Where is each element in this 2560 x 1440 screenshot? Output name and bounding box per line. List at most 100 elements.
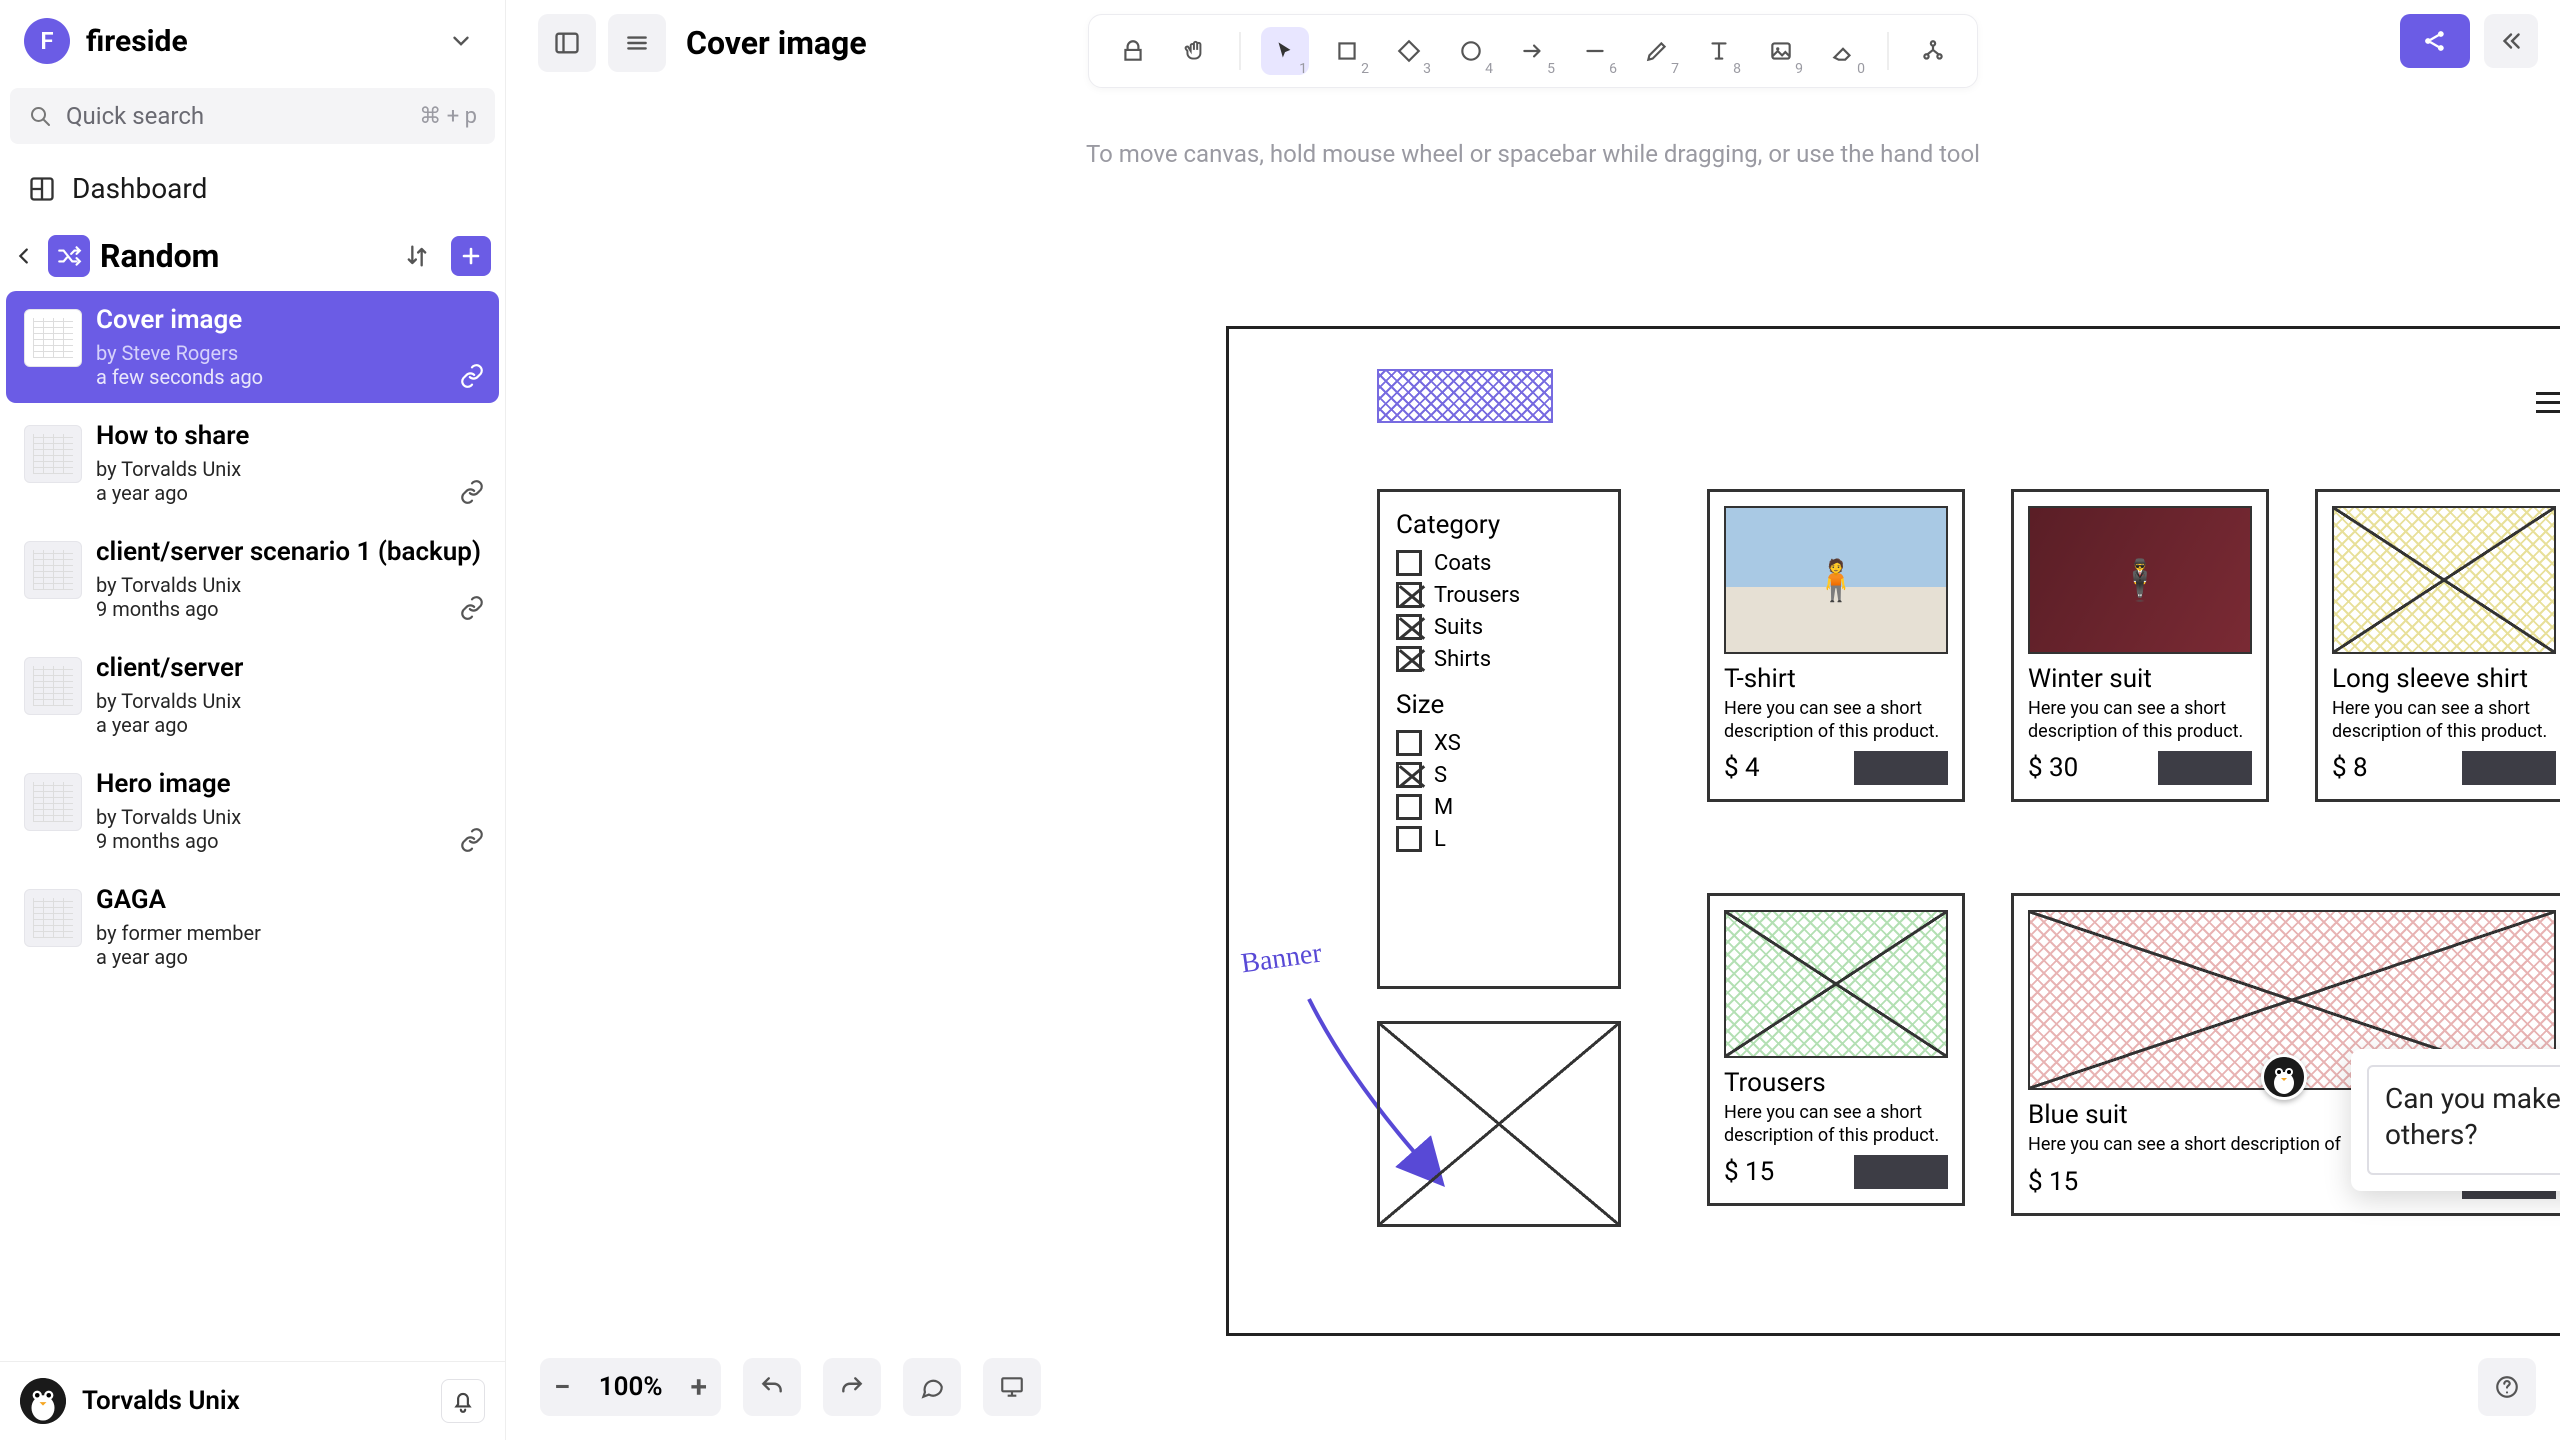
- filter-option[interactable]: Coats: [1396, 550, 1602, 576]
- workspace-name: fireside: [86, 24, 425, 59]
- product-desc: Here you can see a short description of …: [2028, 698, 2252, 743]
- text-icon: [1706, 38, 1732, 64]
- tool-circle[interactable]: 4: [1447, 27, 1495, 75]
- link-icon[interactable]: [459, 363, 485, 389]
- filter-option[interactable]: S: [1396, 762, 1602, 788]
- filter-label: Shirts: [1434, 647, 1491, 672]
- tool-rect[interactable]: 2: [1323, 27, 1371, 75]
- sidebar: F fireside Quick search ⌘ + p Dashboard …: [0, 0, 506, 1440]
- category-header: Category: [1396, 510, 1602, 540]
- buy-button-placeholder[interactable]: [2462, 751, 2556, 785]
- workspace-dropdown[interactable]: [441, 21, 481, 61]
- quick-search[interactable]: Quick search ⌘ + p: [10, 88, 495, 144]
- product-title: Long sleeve shirt: [2332, 664, 2556, 694]
- circle-icon: [1458, 38, 1484, 64]
- filter-label: Trousers: [1434, 583, 1520, 608]
- buy-button-placeholder[interactable]: [1854, 1155, 1948, 1189]
- tool-arrow[interactable]: 5: [1509, 27, 1557, 75]
- collapse-panel-button[interactable]: [2484, 14, 2538, 68]
- tool-eraser[interactable]: 0: [1819, 27, 1867, 75]
- tool-lock[interactable]: [1109, 27, 1157, 75]
- zoom-out-button[interactable]: −: [554, 1370, 571, 1405]
- buy-button-placeholder[interactable]: [2158, 751, 2252, 785]
- checkbox-icon: [1396, 826, 1422, 852]
- banner-placeholder[interactable]: [1377, 1021, 1621, 1227]
- filter-option[interactable]: Suits: [1396, 614, 1602, 640]
- document-item[interactable]: GAGA by former member a year ago: [6, 871, 499, 983]
- menu-element[interactable]: menu: [2536, 385, 2560, 420]
- zoom-value[interactable]: 100%: [599, 1372, 663, 1402]
- filter-option[interactable]: L: [1396, 826, 1602, 852]
- product-desc: Here you can see a short description of …: [1724, 698, 1948, 743]
- dashboard-link[interactable]: Dashboard: [0, 160, 505, 225]
- product-card-tshirt[interactable]: 🧍 T-shirt Here you can see a short descr…: [1707, 489, 1965, 802]
- document-item[interactable]: Hero image by Torvalds Unix 9 months ago: [6, 755, 499, 867]
- filter-option[interactable]: Shirts: [1396, 646, 1602, 672]
- chevrons-left-icon: [2498, 28, 2524, 54]
- banner-annotation[interactable]: Banner: [1239, 938, 1324, 981]
- comment-composer: Can you make it as wide as the others?: [2351, 1049, 2560, 1191]
- hand-icon: [1182, 38, 1208, 64]
- bottom-toolbar: − 100% +: [540, 1358, 1041, 1416]
- doc-title: Hero image: [96, 769, 481, 799]
- logo-placeholder[interactable]: [1377, 369, 1553, 423]
- board-title[interactable]: Cover image: [686, 24, 867, 62]
- checkbox-icon: [1396, 550, 1422, 576]
- product-card-wintersuit[interactable]: 🕴️ Winter suit Here you can see a short …: [2011, 489, 2269, 802]
- sort-button[interactable]: [399, 238, 435, 274]
- chevron-left-icon: [13, 245, 35, 267]
- tool-image[interactable]: 9: [1757, 27, 1805, 75]
- filter-option[interactable]: M: [1396, 794, 1602, 820]
- buy-button-placeholder[interactable]: [1854, 751, 1948, 785]
- canvas[interactable]: menu Category Coats Trousers Suits Shirts S…: [506, 86, 2560, 1440]
- filter-option[interactable]: XS: [1396, 730, 1602, 756]
- tool-line[interactable]: 6: [1571, 27, 1619, 75]
- product-title: Winter suit: [2028, 664, 2252, 694]
- section-back[interactable]: [10, 242, 38, 270]
- wireframe-frame[interactable]: menu Category Coats Trousers Suits Shirts S…: [1226, 326, 2560, 1336]
- section-header: Random: [0, 225, 505, 287]
- zoom-in-button[interactable]: +: [691, 1370, 708, 1405]
- workspace-switcher[interactable]: F fireside: [0, 0, 505, 82]
- checkbox-icon: [1396, 794, 1422, 820]
- tool-hand[interactable]: [1171, 27, 1219, 75]
- undo-button[interactable]: [743, 1358, 801, 1416]
- tool-diamond[interactable]: 3: [1385, 27, 1433, 75]
- document-item[interactable]: client/server by Torvalds Unix a year ag…: [6, 639, 499, 751]
- collaborator-cursor[interactable]: [2261, 1054, 2307, 1100]
- product-image: 🧍: [1724, 506, 1948, 654]
- comment-input[interactable]: Can you make it as wide as the others?: [2367, 1065, 2560, 1175]
- tool-select[interactable]: 1: [1261, 27, 1309, 75]
- user-footer: Torvalds Unix: [0, 1361, 505, 1440]
- document-item[interactable]: Cover image by Steve Rogers a few second…: [6, 291, 499, 403]
- link-icon[interactable]: [459, 827, 485, 853]
- product-title: T-shirt: [1724, 664, 1948, 694]
- tool-pencil[interactable]: 7: [1633, 27, 1681, 75]
- link-icon[interactable]: [459, 595, 485, 621]
- tool-share-diagram[interactable]: [1909, 27, 1957, 75]
- user-avatar[interactable]: [20, 1378, 66, 1424]
- doc-author: by Torvalds Unix: [96, 573, 481, 597]
- product-image-placeholder: [2332, 506, 2556, 654]
- filter-label: M: [1434, 795, 1453, 820]
- comments-button[interactable]: [903, 1358, 961, 1416]
- share-button[interactable]: [2400, 14, 2470, 68]
- filter-option[interactable]: Trousers: [1396, 582, 1602, 608]
- toggle-sidebar-button[interactable]: [538, 14, 596, 72]
- menu-button[interactable]: [608, 14, 666, 72]
- product-card-longsleeve[interactable]: Long sleeve shirt Here you can see a sho…: [2315, 489, 2560, 802]
- tool-text[interactable]: 8: [1695, 27, 1743, 75]
- help-button[interactable]: [2478, 1358, 2536, 1416]
- redo-button[interactable]: [823, 1358, 881, 1416]
- product-card-trousers[interactable]: Trousers Here you can see a short descri…: [1707, 893, 1965, 1206]
- present-button[interactable]: [983, 1358, 1041, 1416]
- document-item[interactable]: client/server scenario 1 (backup) by Tor…: [6, 523, 499, 635]
- product-desc: Here you can see a short description of …: [1724, 1102, 1948, 1147]
- add-document-button[interactable]: [451, 236, 491, 276]
- filter-panel[interactable]: Category CoatsTrousersSuitsShirts Size X…: [1377, 489, 1621, 989]
- doc-title: GAGA: [96, 885, 481, 915]
- drawing-toolbar: 1234567890: [1088, 14, 1978, 88]
- document-item[interactable]: How to share by Torvalds Unix a year ago: [6, 407, 499, 519]
- notifications-button[interactable]: [441, 1379, 485, 1423]
- link-icon[interactable]: [459, 479, 485, 505]
